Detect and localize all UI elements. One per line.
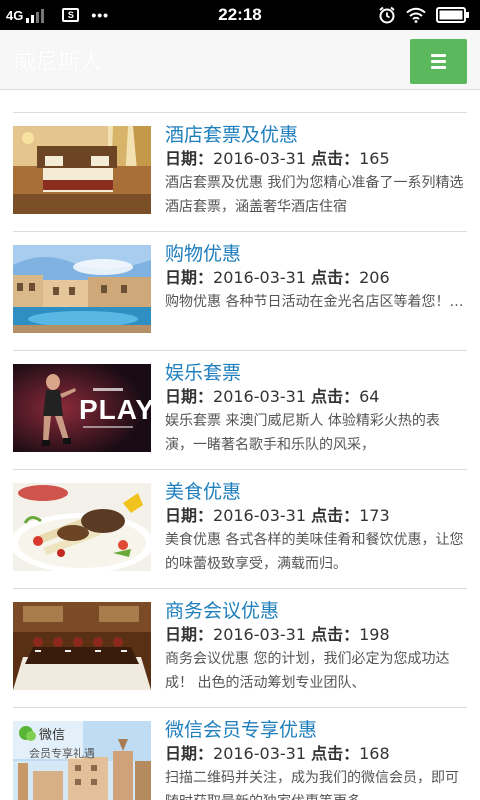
- brand-title[interactable]: 威尼斯人: [14, 44, 102, 76]
- item-meta: 日期：2016-03-31 点击：168: [165, 743, 467, 765]
- item-date: 2016-03-31: [213, 625, 306, 644]
- list-item[interactable]: 商务会议优惠 日期：2016-03-31 点击：198 商务会议优惠 您的计划，…: [13, 588, 467, 707]
- item-description: 商务会议优惠 您的计划，我们必定为您成功达成！ 出色的活动筹划专业团队、: [165, 651, 450, 691]
- alarm-icon: [379, 6, 395, 24]
- item-clicks: 64: [359, 387, 380, 406]
- list-item[interactable]: 购物优惠 日期：2016-03-31 点击：206 购物优惠 各种节日活动在金光…: [13, 231, 467, 350]
- list-item[interactable]: 美食优惠 日期：2016-03-31 点击：173 美食优惠 各式各样的美味佳肴…: [13, 469, 467, 588]
- offer-list: 酒店套票及优惠 日期：2016-03-31 点击：165 酒店套票及优惠 我们为…: [13, 112, 467, 800]
- menu-icon-bar: [431, 60, 446, 63]
- menu-button[interactable]: [410, 39, 467, 84]
- item-title[interactable]: 商务会议优惠: [165, 599, 467, 623]
- date-label: 日期：: [165, 625, 214, 644]
- status-bar: 4G S ••• 22:18: [0, 0, 480, 30]
- item-description: 美食优惠 各式各样的美味佳肴和餐饮优惠，让您的味蕾极致享受，满载而归。: [165, 532, 464, 572]
- wechat-label: 微信: [39, 728, 66, 743]
- item-date: 2016-03-31: [213, 149, 306, 168]
- entertainment-image[interactable]: PLAY: [13, 364, 151, 452]
- menu-icon-bar: [431, 54, 446, 57]
- date-label: 日期：: [165, 149, 214, 168]
- item-date: 2016-03-31: [213, 506, 306, 525]
- item-meta: 日期：2016-03-31 点击：198: [165, 624, 467, 646]
- date-label: 日期：: [165, 268, 214, 287]
- item-date: 2016-03-31: [213, 268, 306, 287]
- item-date: 2016-03-31: [213, 744, 306, 763]
- item-meta: 日期：2016-03-31 点击：165: [165, 148, 467, 170]
- item-description: 扫描二维码并关注，成为我们的微信会员，即可随时获取最新的独家优惠等更多: [165, 770, 459, 800]
- meeting-room-image[interactable]: [13, 602, 151, 690]
- item-info: 娱乐套票 日期：2016-03-31 点击：64 娱乐套票 来澳门威尼斯人 体验…: [165, 361, 467, 457]
- clicks-label: 点击：: [311, 149, 360, 168]
- clicks-label: 点击：: [311, 268, 360, 287]
- play-text: PLAY: [79, 394, 151, 425]
- item-meta: 日期：2016-03-31 点击：64: [165, 386, 467, 408]
- item-title[interactable]: 酒店套票及优惠: [165, 123, 467, 147]
- date-label: 日期：: [165, 387, 214, 406]
- list-item[interactable]: PLAY 娱乐套票 日期：2016-03-31 点击：64 娱乐套票 来澳门威尼…: [13, 350, 467, 469]
- item-clicks: 198: [359, 625, 390, 644]
- item-info: 商务会议优惠 日期：2016-03-31 点击：198 商务会议优惠 您的计划，…: [165, 599, 467, 695]
- item-title[interactable]: 微信会员专享优惠: [165, 718, 467, 742]
- battery-icon: [436, 7, 469, 23]
- item-info: 微信会员专享优惠 日期：2016-03-31 点击：168 扫描二维码并关注，成…: [165, 718, 467, 800]
- item-title[interactable]: 美食优惠: [165, 480, 467, 504]
- clicks-label: 点击：: [311, 625, 360, 644]
- hotel-room-image[interactable]: [13, 126, 151, 214]
- status-right: [368, 6, 470, 24]
- item-meta: 日期：2016-03-31 点击：206: [165, 267, 467, 289]
- list-item[interactable]: 酒店套票及优惠 日期：2016-03-31 点击：165 酒店套票及优惠 我们为…: [13, 112, 467, 231]
- item-clicks: 165: [359, 149, 390, 168]
- clicks-label: 点击：: [311, 387, 360, 406]
- wechat-promo-image[interactable]: 微信 会员专享礼遇: [13, 721, 151, 800]
- item-title[interactable]: 购物优惠: [165, 242, 467, 266]
- clicks-label: 点击：: [311, 506, 360, 525]
- item-title[interactable]: 娱乐套票: [165, 361, 467, 385]
- item-clicks: 173: [359, 506, 390, 525]
- food-image[interactable]: [13, 483, 151, 571]
- date-label: 日期：: [165, 506, 214, 525]
- item-info: 酒店套票及优惠 日期：2016-03-31 点击：165 酒店套票及优惠 我们为…: [165, 123, 467, 219]
- item-description: 购物优惠 各种节日活动在金光名店区等着您！…: [165, 294, 464, 310]
- app-header: 威尼斯人: [0, 30, 480, 90]
- wechat-sublabel: 会员专享礼遇: [29, 747, 95, 760]
- item-description: 娱乐套票 来澳门威尼斯人 体验精彩火热的表演，一睹著名歌手和乐队的风采，: [165, 413, 440, 453]
- menu-icon-bar: [431, 66, 446, 69]
- date-label: 日期：: [165, 744, 214, 763]
- item-clicks: 168: [359, 744, 390, 763]
- list-item[interactable]: 微信 会员专享礼遇 微信会员专享优惠 日期：2016-03-31 点击：168 …: [13, 707, 467, 800]
- item-description: 酒店套票及优惠 我们为您精心准备了一系列精选酒店套票，涵盖奢华酒店住宿: [165, 175, 464, 215]
- item-clicks: 206: [359, 268, 390, 287]
- item-info: 购物优惠 日期：2016-03-31 点击：206 购物优惠 各种节日活动在金光…: [165, 242, 467, 338]
- wifi-icon: [406, 7, 426, 23]
- item-info: 美食优惠 日期：2016-03-31 点击：173 美食优惠 各式各样的美味佳肴…: [165, 480, 467, 576]
- clicks-label: 点击：: [311, 744, 360, 763]
- shopping-image[interactable]: [13, 245, 151, 333]
- item-meta: 日期：2016-03-31 点击：173: [165, 505, 467, 527]
- item-date: 2016-03-31: [213, 387, 306, 406]
